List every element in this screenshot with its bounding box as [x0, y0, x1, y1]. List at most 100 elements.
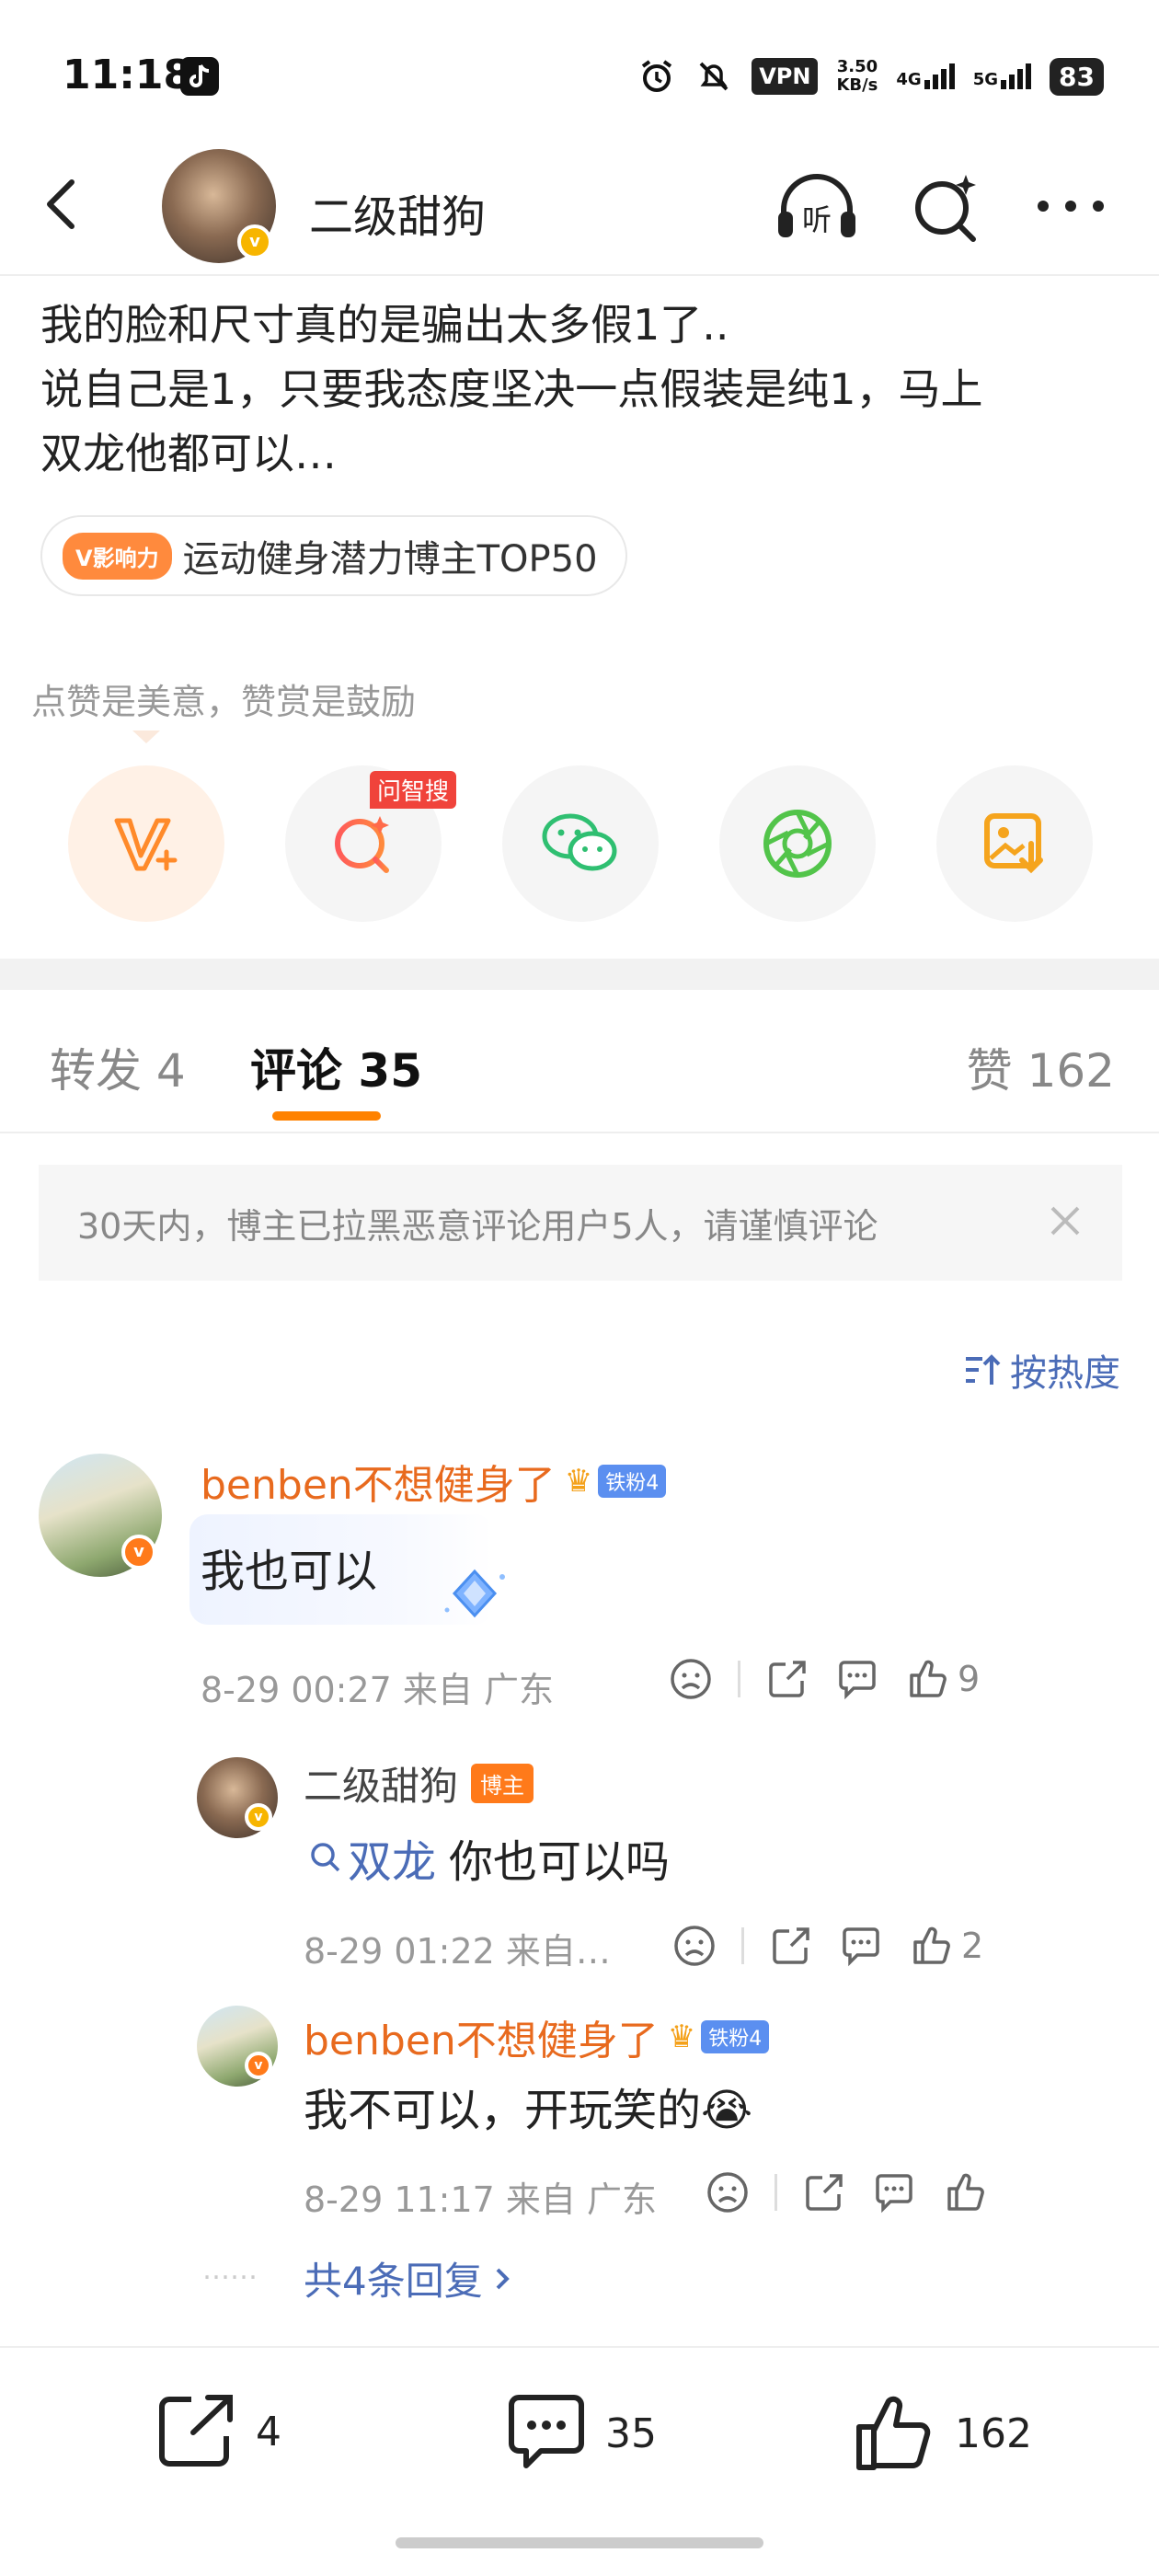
repost-icon — [159, 2395, 233, 2467]
network-1-label: 4G — [896, 70, 922, 89]
reply-comment-button[interactable] — [834, 1656, 880, 1702]
reward-button[interactable] — [68, 765, 224, 922]
share-arrow-icon — [769, 1661, 806, 1697]
like-comment-button[interactable]: 9 — [904, 1657, 980, 1701]
post-line-2: 说自己是1，只要我态度坚决一点假装是纯1，马上 — [40, 364, 983, 414]
moments-aperture-icon — [763, 810, 832, 878]
close-icon — [1050, 1206, 1080, 1236]
wechat-icon — [542, 813, 617, 871]
listen-button[interactable]: 听 — [771, 169, 863, 250]
dislike-button[interactable] — [705, 2169, 751, 2215]
commenter-name-row: benben不想健身了 ♛ 铁粉4 — [201, 1452, 667, 1511]
bottom-comment-button[interactable]: 35 — [504, 2392, 657, 2475]
network-2-label: 5G — [972, 70, 999, 89]
reply2-name-row: benben不想健身了 ♛ 铁粉4 — [304, 2007, 770, 2066]
network-speed: 3.50 KB/s — [836, 58, 878, 95]
comment-meta: 8-29 00:27 来自 广东 — [201, 1670, 554, 1710]
like-reply-button[interactable]: 2 — [908, 1924, 983, 1968]
battery-indicator: 83 — [1050, 57, 1104, 96]
smart-search-button[interactable] — [909, 169, 982, 247]
sort-label: 按热度 — [1010, 1352, 1120, 1395]
reply-meta: 8-29 01:22 来自… — [304, 1931, 611, 1972]
chevron-right-icon — [496, 2268, 510, 2289]
reply-verified-icon: v — [245, 1803, 272, 1831]
owner-tag: 博主 — [471, 1764, 534, 1803]
tab-likes-count: 162 — [1027, 1044, 1115, 1098]
commenter-verified-icon: v — [121, 1535, 156, 1570]
section-divider — [0, 959, 1159, 990]
notice-text: 30天内，博主已拉黑恶意评论用户5人，请谨慎评论 — [77, 1205, 878, 1247]
view-all-replies-link[interactable]: 共4条回复 — [304, 2250, 514, 2306]
notice-close-button[interactable] — [1047, 1202, 1084, 1243]
tab-likes[interactable]: 赞 162 — [967, 1034, 1115, 1100]
influence-badge[interactable]: V影响力 运动健身潜力博主TOP50 — [40, 515, 627, 596]
ask-badge: 问智搜 — [370, 771, 457, 809]
thumbs-up-icon — [910, 1660, 947, 1697]
comment-actions: 9 — [668, 1656, 980, 1702]
bottom-comment-count: 35 — [605, 2409, 657, 2457]
fan-level-badge: 铁粉4 — [598, 1465, 667, 1498]
action-separator — [741, 1927, 744, 1964]
reply2-actions — [705, 2169, 987, 2215]
reply-to-reply-button[interactable] — [871, 2169, 917, 2215]
reply2-commenter-name[interactable]: benben不想健身了 — [304, 2007, 659, 2066]
reply2-text: 我不可以，开玩笑的😭 — [304, 2085, 753, 2136]
verified-badge-icon: v — [237, 224, 272, 259]
support-hint-pointer — [68, 727, 224, 745]
more-replies-text: 共4条回复 — [304, 2259, 483, 2304]
comment-bubble-icon — [509, 2395, 584, 2468]
tab-comments[interactable]: 评论 35 — [250, 1034, 422, 1100]
post-line-3: 双龙他都可以… — [40, 429, 337, 478]
like-reply-button[interactable] — [941, 2169, 987, 2215]
diamond-sticker-icon — [438, 1564, 511, 1632]
more-options-button[interactable] — [1032, 190, 1109, 226]
alarm-icon — [642, 60, 672, 92]
sort-icon — [966, 1354, 1001, 1385]
chat-bubble-icon — [876, 2174, 912, 2214]
home-indicator — [396, 2537, 763, 2548]
headphones-listen-icon: 听 — [778, 174, 855, 237]
reply-author-name[interactable]: 二级甜狗 — [304, 1755, 458, 1811]
share-comment-button[interactable] — [764, 1656, 810, 1702]
tab-comments-count: 35 — [358, 1044, 423, 1098]
frown-face-icon — [671, 1659, 711, 1699]
reward-v-plus-icon — [114, 818, 178, 871]
topic-search-icon — [311, 1843, 340, 1872]
post-body: 我的脸和尺寸真的是骗出太多假1了.. 说自己是1，只要我态度坚决一点假装是纯1，… — [40, 293, 1126, 486]
mute-bell-icon — [699, 62, 729, 91]
bottom-repost-count: 4 — [256, 2408, 281, 2455]
share-reply-button[interactable] — [768, 1923, 814, 1969]
share-moments-button[interactable] — [719, 765, 876, 922]
crown-icon: ♛ — [667, 2018, 696, 2055]
tab-likes-label: 赞 — [966, 1044, 1013, 1098]
tab-repost[interactable]: 转发 4 — [50, 1034, 186, 1100]
comment-text: 我也可以 — [201, 1546, 378, 1597]
author-name[interactable]: 二级甜狗 — [309, 180, 486, 245]
bottom-like-count: 162 — [955, 2409, 1032, 2457]
topic-link[interactable]: 双龙 — [307, 1825, 436, 1890]
share-arrow-icon — [773, 1927, 809, 1964]
smart-search-icon — [335, 816, 389, 873]
thumbs-up-icon — [856, 2396, 931, 2470]
share-reply-button[interactable] — [801, 2169, 847, 2215]
bottom-repost-button[interactable]: 4 — [155, 2392, 281, 2471]
back-button[interactable] — [37, 175, 88, 237]
post-line-1: 我的脸和尺寸真的是骗出太多假1了.. — [40, 300, 729, 350]
dislike-button[interactable] — [668, 1656, 714, 1702]
influence-tag: V影响力 — [63, 532, 172, 580]
bottom-like-button[interactable]: 162 — [852, 2392, 1032, 2475]
like-count: 9 — [958, 1659, 981, 1699]
save-image-button[interactable] — [936, 765, 1093, 922]
dislike-button[interactable] — [671, 1923, 717, 1969]
influence-text: 运动健身潜力博主TOP50 — [182, 538, 598, 581]
thumbs-up-icon — [947, 2173, 984, 2211]
commenter-name[interactable]: benben不想健身了 — [201, 1452, 556, 1511]
reply-text: 你也可以吗 — [449, 1836, 671, 1888]
reply-verified-icon: v — [245, 2052, 272, 2079]
sort-by-hot-button[interactable]: 按热度 — [962, 1343, 1120, 1397]
topic-text: 双龙 — [348, 1836, 437, 1888]
vpn-badge: VPN — [752, 58, 819, 95]
reply-to-reply-button[interactable] — [838, 1923, 884, 1969]
status-bar: 11:18 VPN 3.50 KB/s 4G 5G 83 — [0, 0, 1159, 147]
share-wechat-button[interactable] — [502, 765, 659, 922]
